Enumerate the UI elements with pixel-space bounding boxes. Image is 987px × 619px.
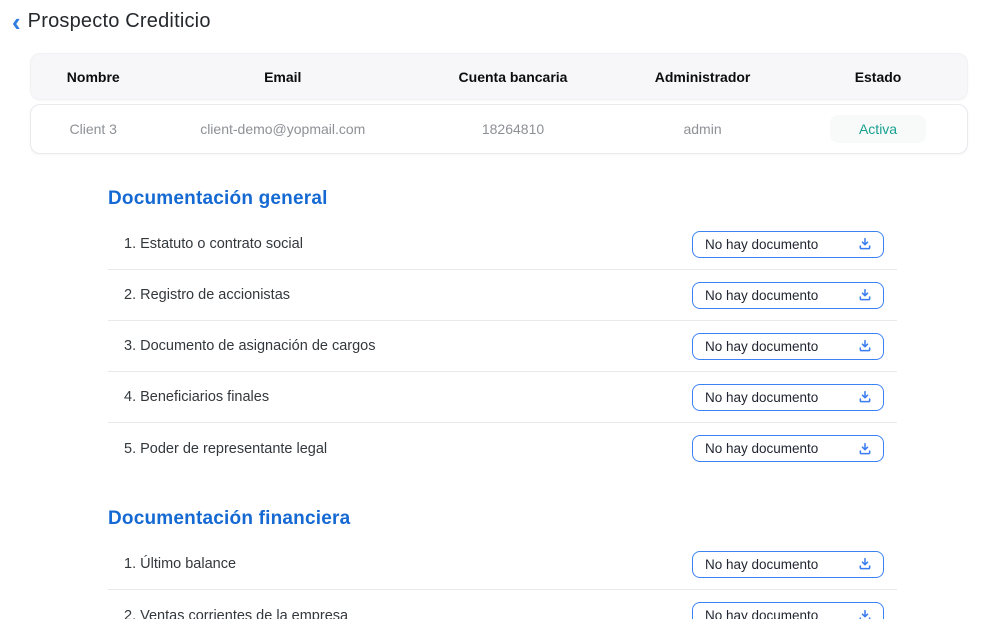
no-document-label: No hay documento bbox=[705, 339, 818, 354]
document-row: 2. Ventas corrientes de la empresa No ha… bbox=[108, 590, 897, 619]
download-icon bbox=[857, 338, 873, 354]
client-table: Nombre Email Cuenta bancaria Administrad… bbox=[30, 53, 968, 154]
no-document-button[interactable]: No hay documento bbox=[692, 333, 884, 360]
download-icon bbox=[857, 389, 873, 405]
download-icon bbox=[857, 608, 873, 619]
client-table-row[interactable]: Client 3 client-demo@yopmail.com 1826481… bbox=[30, 104, 968, 154]
no-document-label: No hay documento bbox=[705, 441, 818, 456]
document-row: 2. Registro de accionistas No hay docume… bbox=[108, 270, 897, 321]
document-row: 1. Último balance No hay documento bbox=[108, 539, 897, 590]
document-row: 4. Beneficiarios finales No hay document… bbox=[108, 372, 897, 423]
download-icon bbox=[857, 556, 873, 572]
client-admin-cell: admin bbox=[616, 121, 789, 137]
no-document-button[interactable]: No hay documento bbox=[692, 231, 884, 258]
document-label: 1. Estatuto o contrato social bbox=[124, 236, 303, 252]
no-document-label: No hay documento bbox=[705, 237, 818, 252]
no-document-button[interactable]: No hay documento bbox=[692, 551, 884, 578]
document-row: 3. Documento de asignación de cargos No … bbox=[108, 321, 897, 372]
client-name-cell: Client 3 bbox=[31, 121, 155, 137]
document-list-financiera: 1. Último balance No hay documento 2. Ve… bbox=[108, 539, 897, 619]
column-header-cuenta-bancaria: Cuenta bancaria bbox=[410, 69, 616, 85]
client-email-cell: client-demo@yopmail.com bbox=[155, 121, 410, 137]
download-icon bbox=[857, 287, 873, 303]
column-header-administrador: Administrador bbox=[616, 69, 789, 85]
document-label: 4. Beneficiarios finales bbox=[124, 389, 269, 405]
no-document-button[interactable]: No hay documento bbox=[692, 384, 884, 411]
client-table-header-row: Nombre Email Cuenta bancaria Administrad… bbox=[30, 53, 968, 100]
client-status-cell: Activa bbox=[789, 115, 967, 143]
no-document-label: No hay documento bbox=[705, 608, 818, 619]
section-title-documentacion-financiera: Documentación financiera bbox=[108, 508, 897, 530]
chevron-left-icon[interactable]: ‹ bbox=[12, 11, 21, 33]
document-label: 3. Documento de asignación de cargos bbox=[124, 338, 376, 354]
document-label: 2. Registro de accionistas bbox=[124, 287, 290, 303]
document-row: 5. Poder de representante legal No hay d… bbox=[108, 423, 897, 474]
prospecto-crediticio-page: ‹ Prospecto Crediticio Nombre Email Cuen… bbox=[0, 0, 987, 619]
column-header-nombre: Nombre bbox=[31, 69, 155, 85]
no-document-label: No hay documento bbox=[705, 288, 818, 303]
client-bank-account-cell: 18264810 bbox=[410, 121, 616, 137]
no-document-label: No hay documento bbox=[705, 390, 818, 405]
no-document-button[interactable]: No hay documento bbox=[692, 282, 884, 309]
page-header: ‹ Prospecto Crediticio bbox=[0, 0, 987, 33]
download-icon bbox=[857, 236, 873, 252]
download-icon bbox=[857, 441, 873, 457]
section-title-documentacion-general: Documentación general bbox=[108, 188, 897, 210]
no-document-label: No hay documento bbox=[705, 557, 818, 572]
document-label: 1. Último balance bbox=[124, 556, 236, 572]
document-list-general: 1. Estatuto o contrato social No hay doc… bbox=[108, 219, 897, 474]
no-document-button[interactable]: No hay documento bbox=[692, 435, 884, 462]
status-badge: Activa bbox=[830, 115, 926, 143]
document-label: 2. Ventas corrientes de la empresa bbox=[124, 608, 348, 619]
documents-area: Documentación general 1. Estatuto o cont… bbox=[108, 188, 897, 619]
document-label: 5. Poder de representante legal bbox=[124, 441, 327, 457]
document-row: 1. Estatuto o contrato social No hay doc… bbox=[108, 219, 897, 270]
page-title: Prospecto Crediticio bbox=[28, 10, 211, 33]
no-document-button[interactable]: No hay documento bbox=[692, 602, 884, 619]
column-header-email: Email bbox=[155, 69, 410, 85]
column-header-estado: Estado bbox=[789, 69, 967, 85]
